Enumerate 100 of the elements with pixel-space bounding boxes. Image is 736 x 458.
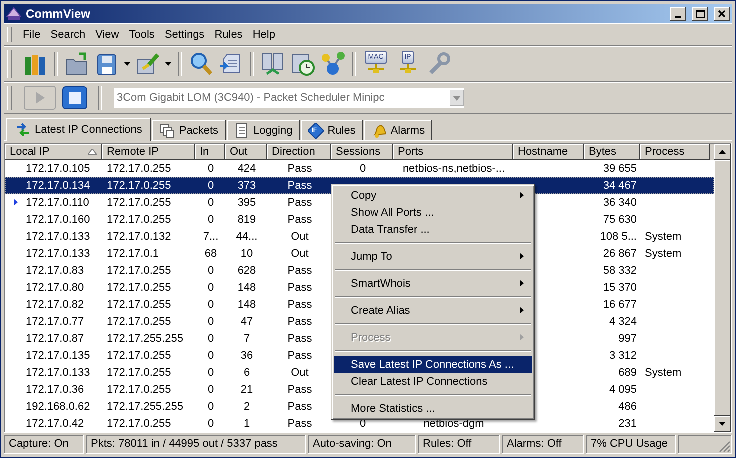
table-cell-text: 148 [236, 298, 258, 310]
table-cell-text: 172.17.0.255 [106, 264, 172, 276]
table-cell-text: 172.17.0.83 [26, 264, 86, 276]
table-cell-text: 172.17.0.255 [106, 316, 172, 328]
table-cell-text: 0 [206, 332, 216, 344]
table-cell-text: 34 467 [602, 180, 638, 192]
table-cell-text: 997 [618, 332, 638, 344]
table-cell-text: 108 5... [599, 230, 638, 242]
table-cell-text: 0 [206, 180, 216, 192]
table-cell-text: 15 370 [602, 282, 638, 294]
table-cell-text: 172.17.0.255 [106, 214, 172, 226]
table-cell-text: 172.17.255.255 [106, 400, 184, 412]
table-cell-text: 231 [618, 418, 638, 430]
table-cell-text: Pass [286, 316, 314, 328]
status-text: Rules: Off [418, 435, 500, 454]
window-title: CommView [26, 6, 92, 20]
table-cell-text: 2 [242, 400, 252, 412]
table-cell-text: 36 340 [602, 196, 638, 208]
table-cell-text: 486 [618, 400, 638, 412]
table-cell-text: 6 [242, 366, 252, 378]
table-cell-text: 0 [206, 384, 216, 396]
table-cell-text: Out [290, 366, 310, 378]
table-cell-text: Pass [286, 384, 314, 396]
table-cell-text: 4 324 [608, 316, 638, 328]
table-cell-text: Out [290, 230, 310, 242]
status-text: Pkts: 78011 in / 44995 out / 5337 pass [86, 435, 306, 454]
table-cell-text: 395 [236, 196, 258, 208]
table-cell-text: 689 [618, 366, 638, 378]
table-cell-text: 172.17.0.1 [106, 248, 160, 260]
table-cell-text: 172.17.0.42 [26, 418, 86, 430]
status-text: Capture: On [4, 435, 84, 454]
table-cell-text: 172.17.0.87 [26, 332, 86, 344]
table-cell-text: 172.17.0.255 [106, 418, 172, 430]
status-text: 7% CPU Usage [586, 435, 676, 454]
table-cell-text: Out [290, 248, 310, 260]
table-cell-text: 4 095 [608, 384, 638, 396]
table-cell-text: 172.17.0.255 [106, 180, 172, 192]
table-cell-text: Pass [286, 418, 314, 430]
table-cell-text: 0 [206, 282, 216, 294]
table-cell-text: Pass [286, 264, 314, 276]
table-cell-text: 172.17.0.36 [26, 384, 86, 396]
table-cell-text: 148 [236, 282, 258, 294]
table-cell-text: 172.17.0.255 [106, 282, 172, 294]
table-cell-text: 10 [240, 248, 254, 260]
table-cell-text: Pass [286, 400, 314, 412]
table-cell-text: 172.17.0.255 [106, 366, 172, 378]
table-cell-text: 1 [242, 418, 252, 430]
table-cell-text: 0 [206, 316, 216, 328]
table-cell-text: 58 332 [602, 264, 638, 276]
table-cell-text: 3 312 [608, 350, 638, 362]
table-cell-text: Pass [286, 332, 314, 344]
table-cell-text: Pass [286, 162, 314, 174]
table-cell-text: 819 [236, 214, 258, 226]
table-cell-text: 44... [235, 230, 259, 242]
table-cell-text: 7 [242, 332, 252, 344]
table-cell-text: netbios-dgm [422, 418, 486, 430]
table-cell-text: 172.17.0.134 [26, 180, 92, 192]
table-cell-text: Pass [286, 180, 314, 192]
table-cell-text: Pass [286, 196, 314, 208]
table-cell-text: 39 655 [602, 162, 638, 174]
table-cell-text: netbios-ns,netbios-... [402, 162, 506, 174]
table-cell-text: 172.17.0.82 [26, 298, 86, 310]
table-cell-text: 0 [206, 366, 216, 378]
table-cell-text: 75 630 [602, 214, 638, 226]
table-cell-text: 0 [358, 162, 368, 174]
table-cell-text: Pass [286, 214, 314, 226]
table-cell-text: Pass [286, 298, 314, 310]
table-cell-text: 172.17.0.255 [106, 162, 172, 174]
table-cell-text: 172.17.0.105 [26, 162, 92, 174]
status-text: Alarms: Off [502, 435, 584, 454]
table-cell-text: 26 867 [602, 248, 638, 260]
table-cell-text: 172.17.0.255 [106, 298, 172, 310]
table-cell-text: 172.17.255.255 [106, 332, 184, 344]
table-cell-text: 172.17.0.133 [26, 230, 92, 242]
table-cell-text: System [644, 366, 683, 378]
table-cell-text: System [644, 230, 683, 242]
table-cell-text: 0 [206, 264, 216, 276]
table-cell-text: 0 [206, 418, 216, 430]
table-cell-text: 172.17.0.110 [26, 196, 90, 208]
table-cell-text: 7... [202, 230, 220, 242]
table-cell-text: 373 [236, 180, 258, 192]
table-cell-text: 0 [206, 350, 216, 362]
table-cell-text: 192.168.0.62 [26, 400, 92, 412]
table-cell-text: 172.17.0.77 [26, 316, 86, 328]
table-cell-text: 172.17.0.255 [106, 196, 172, 208]
status-text: Auto-saving: On [308, 435, 416, 454]
table-cell-text: 628 [236, 264, 258, 276]
table-cell-text: 424 [236, 162, 258, 174]
table-cell-text: 36 [240, 350, 254, 362]
table-cell-text: 172.17.0.135 [26, 350, 92, 362]
table-cell-text: 0 [206, 400, 216, 412]
table-cell-text: 172.17.0.255 [106, 384, 172, 396]
table-cell-text: 0 [206, 298, 216, 310]
table-cell-text: 0 [206, 162, 216, 174]
table-cell-text: 0 [206, 214, 216, 226]
table-cell-text: 172.17.0.133 [26, 366, 92, 378]
table-cell-text: 172.17.0.160 [26, 214, 92, 226]
table-cell-text: 172.17.0.255 [106, 350, 172, 362]
table-cell-text: Pass [286, 350, 314, 362]
table-cell-text: System [644, 248, 683, 260]
